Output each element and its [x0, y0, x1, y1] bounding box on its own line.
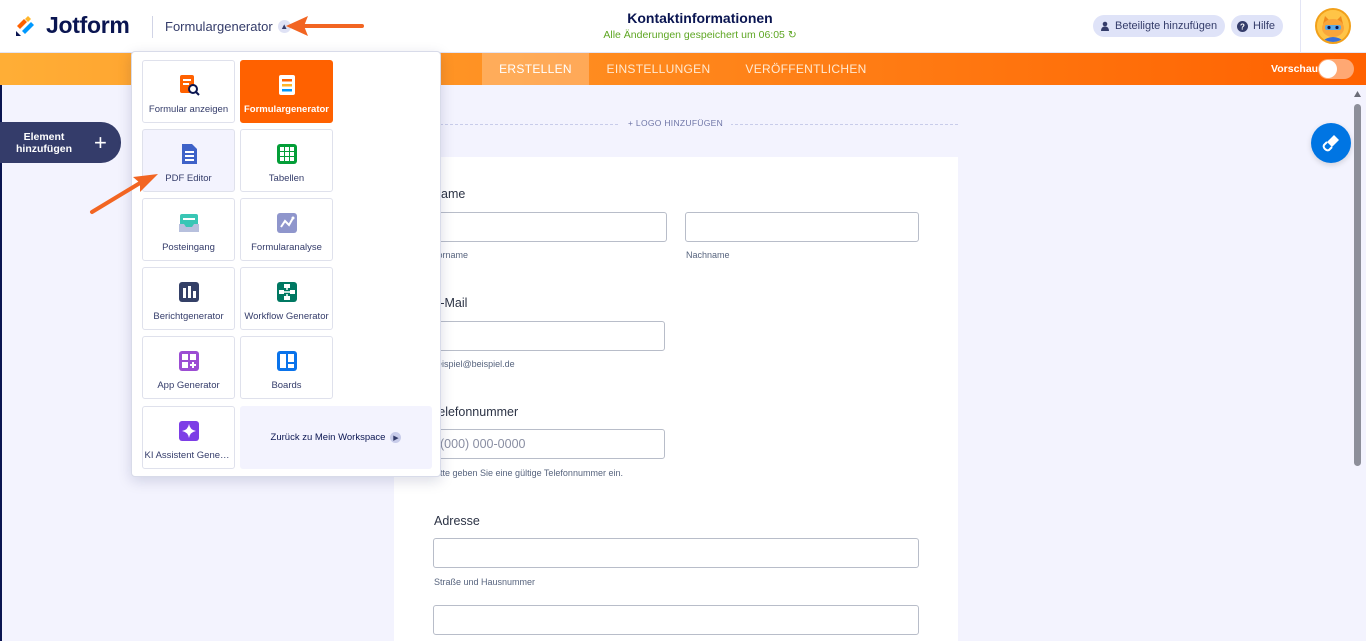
- menu-item-label: Posteingang: [162, 242, 215, 253]
- email-sublabel: beispiel@beispiel.de: [432, 359, 515, 369]
- phone-placeholder: (000) 000-0000: [440, 437, 526, 451]
- preview-label: Vorschau: [1271, 63, 1319, 75]
- boards-icon: [276, 350, 298, 372]
- address-label[interactable]: Adresse: [434, 514, 480, 528]
- form-title[interactable]: Kontaktinformationen: [560, 10, 840, 26]
- toggle-knob: [1319, 60, 1337, 78]
- email-input[interactable]: [432, 321, 665, 351]
- menu-item-app-generator[interactable]: App Generator: [142, 336, 235, 399]
- app-switcher-label: Formulargenerator: [165, 19, 273, 34]
- back-to-workspace-button[interactable]: Zurück zu Mein Workspace ▶: [240, 406, 432, 469]
- help-icon: ?: [1237, 20, 1248, 32]
- app-switcher-button[interactable]: Formulargenerator ▲: [165, 19, 291, 34]
- menu-item-formulargenerator[interactable]: Formulargenerator: [240, 60, 333, 123]
- menu-item-formularanalyse[interactable]: Formularanalyse: [240, 198, 333, 261]
- add-element-label-line1: Element: [23, 130, 65, 143]
- tab-veroeffentlichen[interactable]: VERÖFFENTLICHEN: [735, 53, 877, 85]
- analytics-icon: [276, 212, 298, 234]
- brand-name: Jotform: [46, 12, 130, 38]
- street-input[interactable]: [433, 538, 919, 568]
- form-card: Name Vorname Nachname E-Mail beispiel@be…: [394, 157, 958, 641]
- last-name-input[interactable]: [685, 212, 919, 242]
- svg-text:?: ?: [1240, 22, 1245, 31]
- top-header: Jotform Formulargenerator ▲ Kontaktinfor…: [0, 0, 1366, 53]
- header-divider-right: [1300, 0, 1301, 53]
- jotform-logo[interactable]: Jotform: [14, 12, 130, 39]
- help-button-label: Hilfe: [1253, 20, 1276, 32]
- menu-item-label: KI Assistent Generator: [144, 450, 233, 461]
- jotform-logo-icon: [16, 15, 34, 36]
- header-divider: [152, 16, 153, 38]
- add-logo-button[interactable]: + LOGO HINZUFÜGEN: [620, 118, 732, 128]
- add-element-button[interactable]: Element hinzufügen +: [0, 122, 121, 163]
- cat-avatar-icon: [1317, 10, 1349, 42]
- user-icon: [1099, 21, 1110, 32]
- pdf-editor-icon: [178, 143, 200, 165]
- menu-item-label: Formularanalyse: [251, 242, 322, 253]
- report-icon: [178, 281, 200, 303]
- menu-item-label: PDF Editor: [165, 173, 212, 184]
- add-element-label: Element hinzufügen: [0, 131, 88, 155]
- workflow-icon: [276, 281, 298, 303]
- menu-item-label: Formular anzeigen: [148, 104, 229, 115]
- inbox-icon: [178, 212, 200, 234]
- menu-item-label: Workflow Generator: [244, 311, 329, 322]
- menu-item-boards[interactable]: Boards: [240, 336, 333, 399]
- phone-input[interactable]: (000) 000-0000: [432, 429, 665, 459]
- phone-sublabel: Bitte geben Sie eine gültige Telefonnumm…: [432, 468, 623, 478]
- form-builder-icon: [276, 74, 298, 96]
- tab-erstellen[interactable]: ERSTELLEN: [482, 53, 589, 85]
- menu-item-label: Tabellen: [268, 173, 305, 184]
- menu-item-label: Formulargenerator: [244, 104, 329, 115]
- first-name-input[interactable]: [432, 212, 667, 242]
- app-switcher-dropdown: Formular anzeigen Formulargenerator PDF …: [131, 51, 441, 477]
- ai-agent-icon: [178, 420, 200, 442]
- menu-item-label: App Generator: [157, 380, 220, 391]
- save-status: Alle Änderungen gespeichert um 06:05 ↻: [560, 29, 840, 41]
- street-sublabel: Straße und Hausnummer: [434, 577, 536, 587]
- paint-roller-icon: [1322, 135, 1339, 152]
- preview-toggle[interactable]: [1318, 59, 1354, 79]
- invite-button-label: Beteiligte hinzufügen: [1115, 20, 1218, 32]
- refresh-icon: ↻: [787, 29, 797, 41]
- avatar[interactable]: [1315, 8, 1351, 44]
- menu-item-berichtgenerator[interactable]: Berichtgenerator: [142, 267, 235, 330]
- menu-item-workflow-generator[interactable]: Workflow Generator: [240, 267, 333, 330]
- menu-item-label: Boards: [271, 380, 302, 391]
- back-to-workspace-label: Zurück zu Mein Workspace: [270, 432, 386, 443]
- form-designer-button[interactable]: [1311, 123, 1351, 163]
- street-line2-input[interactable]: [433, 605, 919, 635]
- phone-label[interactable]: Telefonnummer: [432, 405, 518, 419]
- menu-item-ki-assistent-generator[interactable]: KI Assistent Generator: [142, 406, 235, 469]
- save-status-text: Alle Änderungen gespeichert um 06:05: [603, 29, 785, 41]
- app-icon: [178, 350, 200, 372]
- menu-item-posteingang[interactable]: Posteingang: [142, 198, 235, 261]
- add-element-label-line2: hinzufügen: [16, 142, 72, 155]
- menu-item-formular-anzeigen[interactable]: Formular anzeigen: [142, 60, 235, 123]
- menu-item-label: Berichtgenerator: [153, 311, 224, 322]
- menu-item-pdf-editor[interactable]: PDF Editor: [142, 129, 235, 192]
- help-button[interactable]: ? Hilfe: [1231, 15, 1284, 37]
- last-name-sublabel: Nachname: [686, 250, 730, 260]
- chevron-right-icon: ▶: [390, 432, 402, 443]
- form-title-area: Kontaktinformationen Alle Änderungen ges…: [560, 10, 840, 41]
- menu-item-tabellen[interactable]: Tabellen: [240, 129, 333, 192]
- vertical-scrollbar[interactable]: [1354, 104, 1361, 466]
- invite-button[interactable]: Beteiligte hinzufügen: [1093, 15, 1226, 37]
- tables-icon: [276, 143, 298, 165]
- scroll-up-icon[interactable]: [1353, 90, 1362, 98]
- tab-einstellungen[interactable]: EINSTELLUNGEN: [596, 53, 721, 85]
- form-view-icon: [178, 74, 200, 96]
- chevron-up-icon: ▲: [277, 20, 291, 33]
- left-panel-edge: [0, 85, 2, 641]
- plus-icon: +: [94, 129, 107, 155]
